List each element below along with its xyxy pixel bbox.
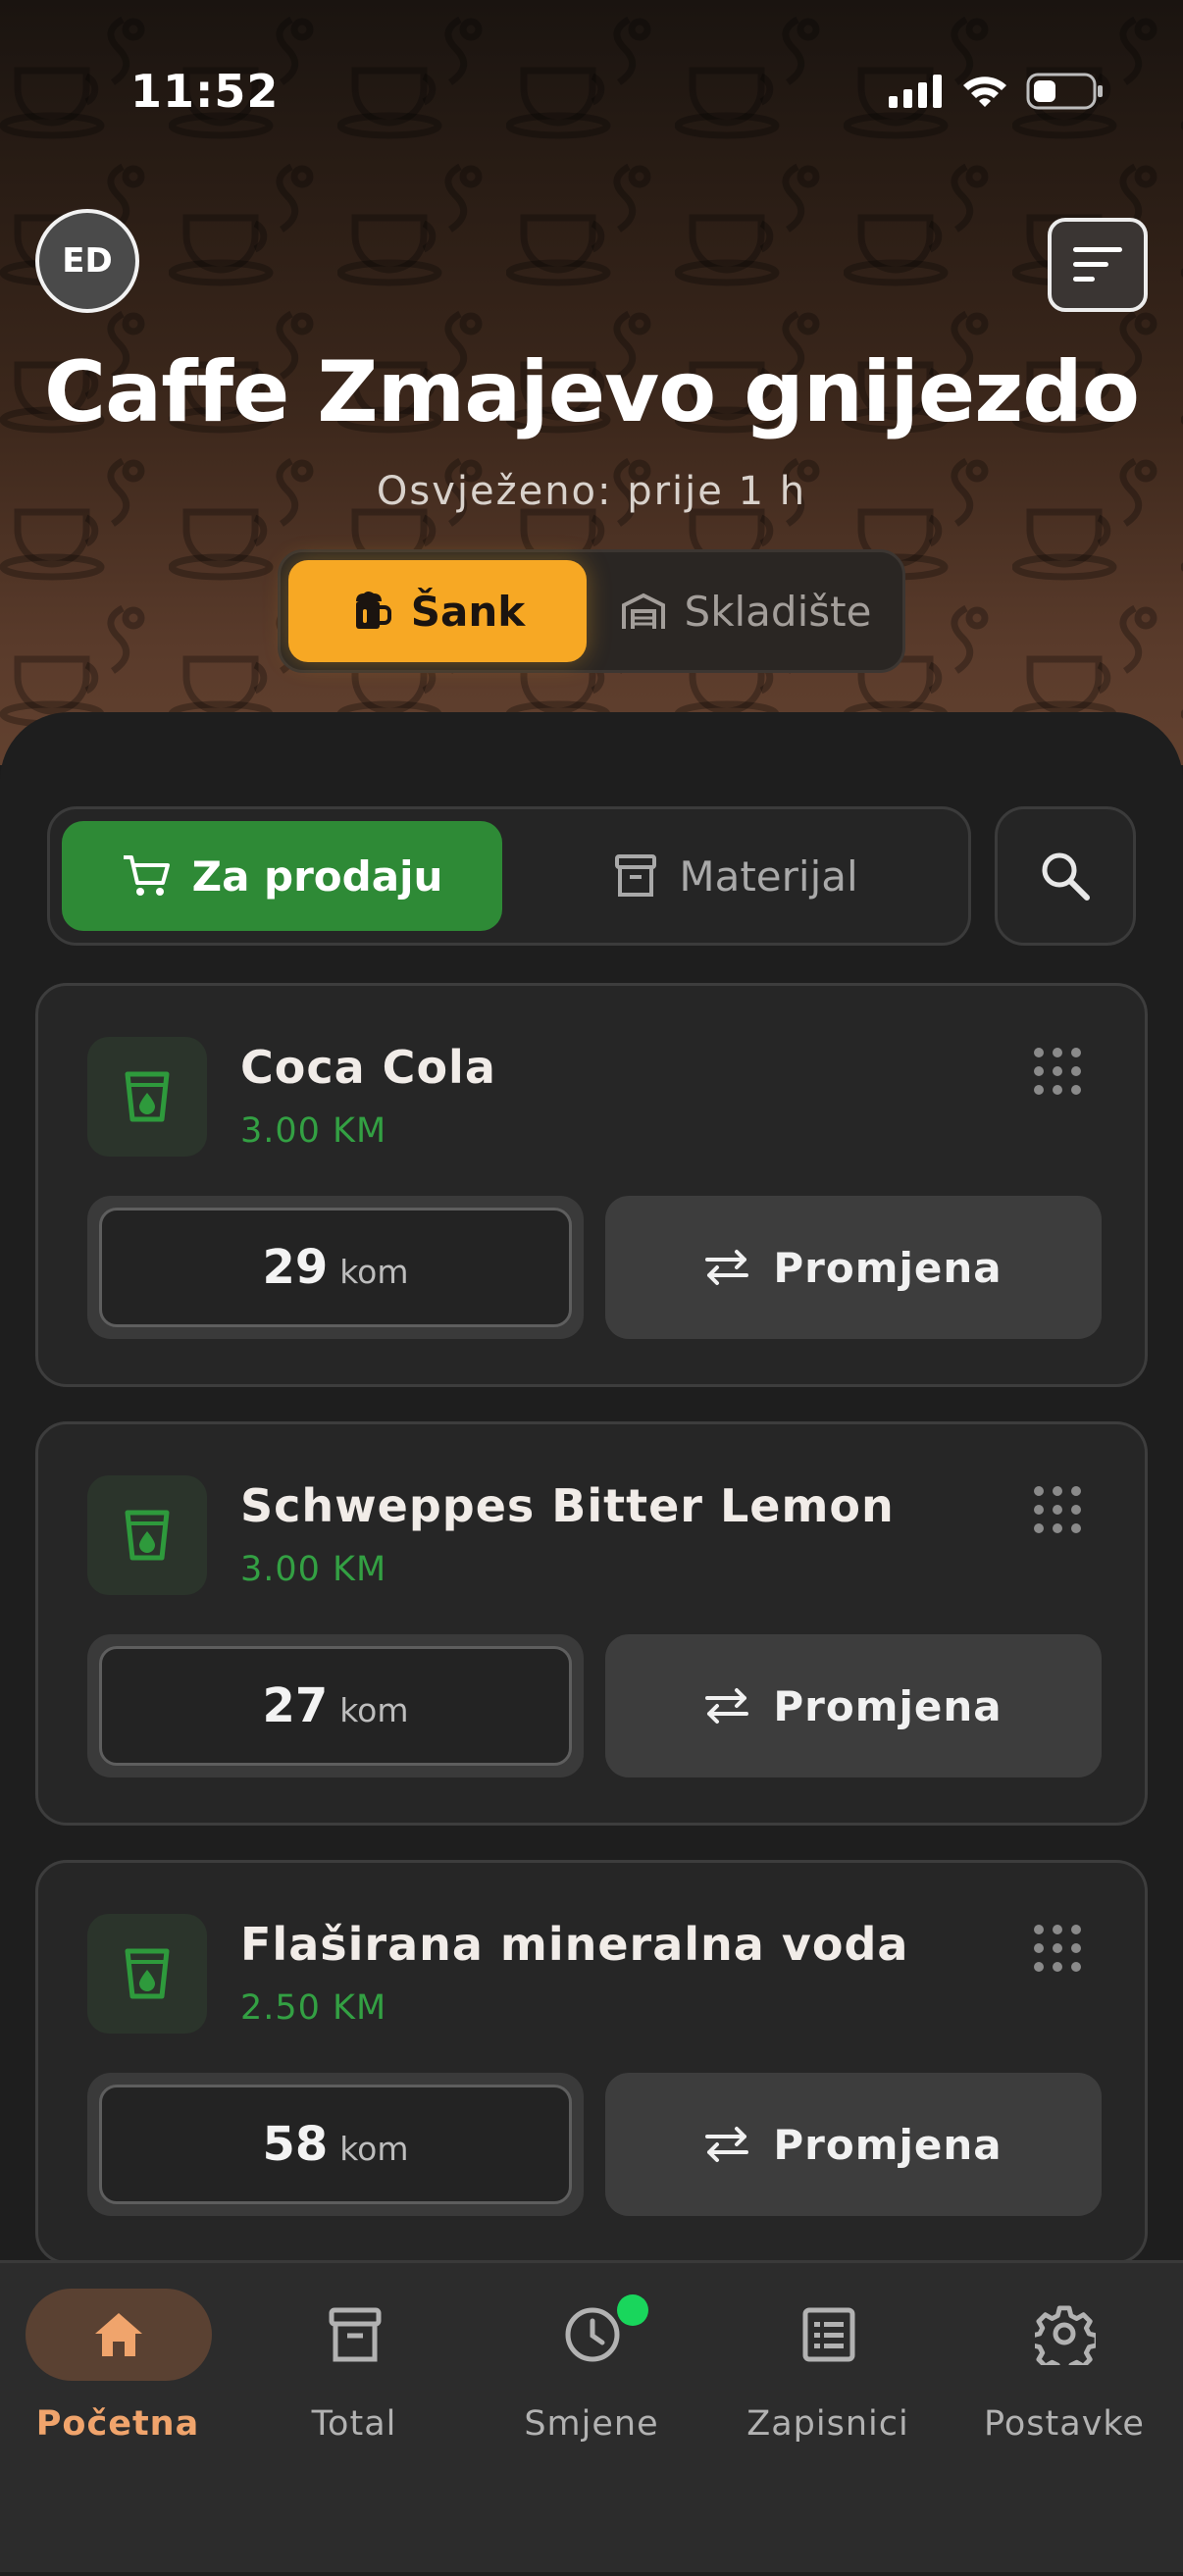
change-button[interactable]: Promjena: [605, 1196, 1102, 1339]
warehouse-icon: [621, 592, 665, 629]
product-name: Flaširana mineralna voda: [240, 1918, 909, 1971]
nav-total-label: Total: [311, 2404, 397, 2444]
product-price: 3.00 KM: [240, 1550, 387, 1589]
tab-za-prodaju[interactable]: Za prodaju: [62, 821, 502, 931]
home-icon: [95, 2313, 142, 2356]
cart-icon: [123, 855, 170, 896]
signal-icon: [889, 75, 942, 108]
sort-button[interactable]: [1048, 218, 1148, 312]
nav-smjene[interactable]: Smjene: [493, 2289, 690, 2465]
clock-icon: [565, 2307, 620, 2362]
tab-skladiste-label: Skladište: [684, 587, 872, 636]
drink-cup-icon: [87, 1475, 207, 1595]
bottom-navigation: Početna Total Smjene Zapisnici Postavke: [0, 2260, 1183, 2572]
battery-icon: [1026, 73, 1103, 110]
venue-title: Caffe Zmajevo gnijezdo: [44, 343, 1140, 441]
tab-skladiste[interactable]: Skladište: [596, 560, 895, 662]
user-avatar[interactable]: ED: [35, 209, 139, 313]
quantity-field[interactable]: 27 kom: [87, 1634, 584, 1777]
product-name: Schweppes Bitter Lemon: [240, 1479, 895, 1532]
nav-postavke[interactable]: Postavke: [966, 2289, 1162, 2465]
beer-mug-icon: [355, 592, 391, 629]
change-button-label: Promjena: [773, 1243, 1003, 1292]
tab-materijal[interactable]: Materijal: [516, 821, 956, 931]
search-button[interactable]: [995, 806, 1136, 946]
swap-arrows-icon: [705, 1688, 749, 1724]
quantity-value: 27: [262, 1678, 329, 1733]
category-switch: Za prodaju Materijal: [47, 806, 971, 946]
list-icon: [802, 2307, 855, 2362]
nav-zapisnici[interactable]: Zapisnici: [730, 2289, 926, 2465]
quantity-unit: kom: [339, 2130, 409, 2168]
drink-cup-icon: [87, 1914, 207, 2034]
change-button[interactable]: Promjena: [605, 1634, 1102, 1777]
drag-handle-icon[interactable]: [1033, 1485, 1082, 1534]
change-button-label: Promjena: [773, 2120, 1003, 2169]
gear-icon: [1035, 2305, 1096, 2365]
search-icon: [1042, 852, 1090, 901]
tab-materijal-label: Materijal: [679, 851, 858, 901]
status-time: 11:52: [130, 65, 280, 118]
status-bar: 11:52: [0, 0, 1183, 186]
product-card: Schweppes Bitter Lemon 3.00 KM 27 kom Pr…: [35, 1421, 1148, 1826]
drag-handle-icon[interactable]: [1033, 1047, 1082, 1096]
nav-zapisnici-label: Zapisnici: [746, 2404, 909, 2444]
nav-total[interactable]: Total: [256, 2289, 452, 2465]
nav-postavke-label: Postavke: [984, 2404, 1145, 2444]
swap-arrows-icon: [705, 1250, 749, 1285]
location-switch: Šank Skladište: [278, 549, 905, 673]
wifi-icon: [963, 77, 1006, 107]
product-name: Coca Cola: [240, 1041, 496, 1094]
change-button[interactable]: Promjena: [605, 2073, 1102, 2216]
notification-badge: [617, 2294, 648, 2326]
quantity-field[interactable]: 29 kom: [87, 1196, 584, 1339]
nav-smjene-label: Smjene: [524, 2404, 659, 2444]
quantity-unit: kom: [339, 1253, 409, 1291]
drag-handle-icon[interactable]: [1033, 1924, 1082, 1973]
tab-za-prodaju-label: Za prodaju: [191, 851, 443, 901]
archive-icon: [615, 854, 657, 897]
refresh-status: Osvježeno: prije 1 h: [376, 469, 807, 514]
change-button-label: Promjena: [773, 1681, 1003, 1730]
archive-icon: [329, 2307, 382, 2362]
nav-pocetna-label: Početna: [35, 2404, 200, 2444]
tab-sank[interactable]: Šank: [288, 560, 587, 662]
swap-arrows-icon: [705, 2127, 749, 2162]
quantity-unit: kom: [339, 1691, 409, 1729]
sort-lines-icon: [1073, 247, 1122, 282]
product-card: Coca Cola 3.00 KM 29 kom Promjena: [35, 983, 1148, 1387]
status-icons: [889, 73, 1105, 110]
product-price: 2.50 KM: [240, 1988, 387, 2028]
nav-pocetna[interactable]: Početna: [20, 2289, 216, 2465]
product-card: Flaširana mineralna voda 2.50 KM 58 kom …: [35, 1860, 1148, 2264]
quantity-value: 29: [262, 1240, 329, 1295]
drink-cup-icon: [87, 1037, 207, 1157]
quantity-field[interactable]: 58 kom: [87, 2073, 584, 2216]
product-price: 3.00 KM: [240, 1111, 387, 1151]
tab-sank-label: Šank: [410, 587, 526, 636]
quantity-value: 58: [262, 2117, 329, 2172]
